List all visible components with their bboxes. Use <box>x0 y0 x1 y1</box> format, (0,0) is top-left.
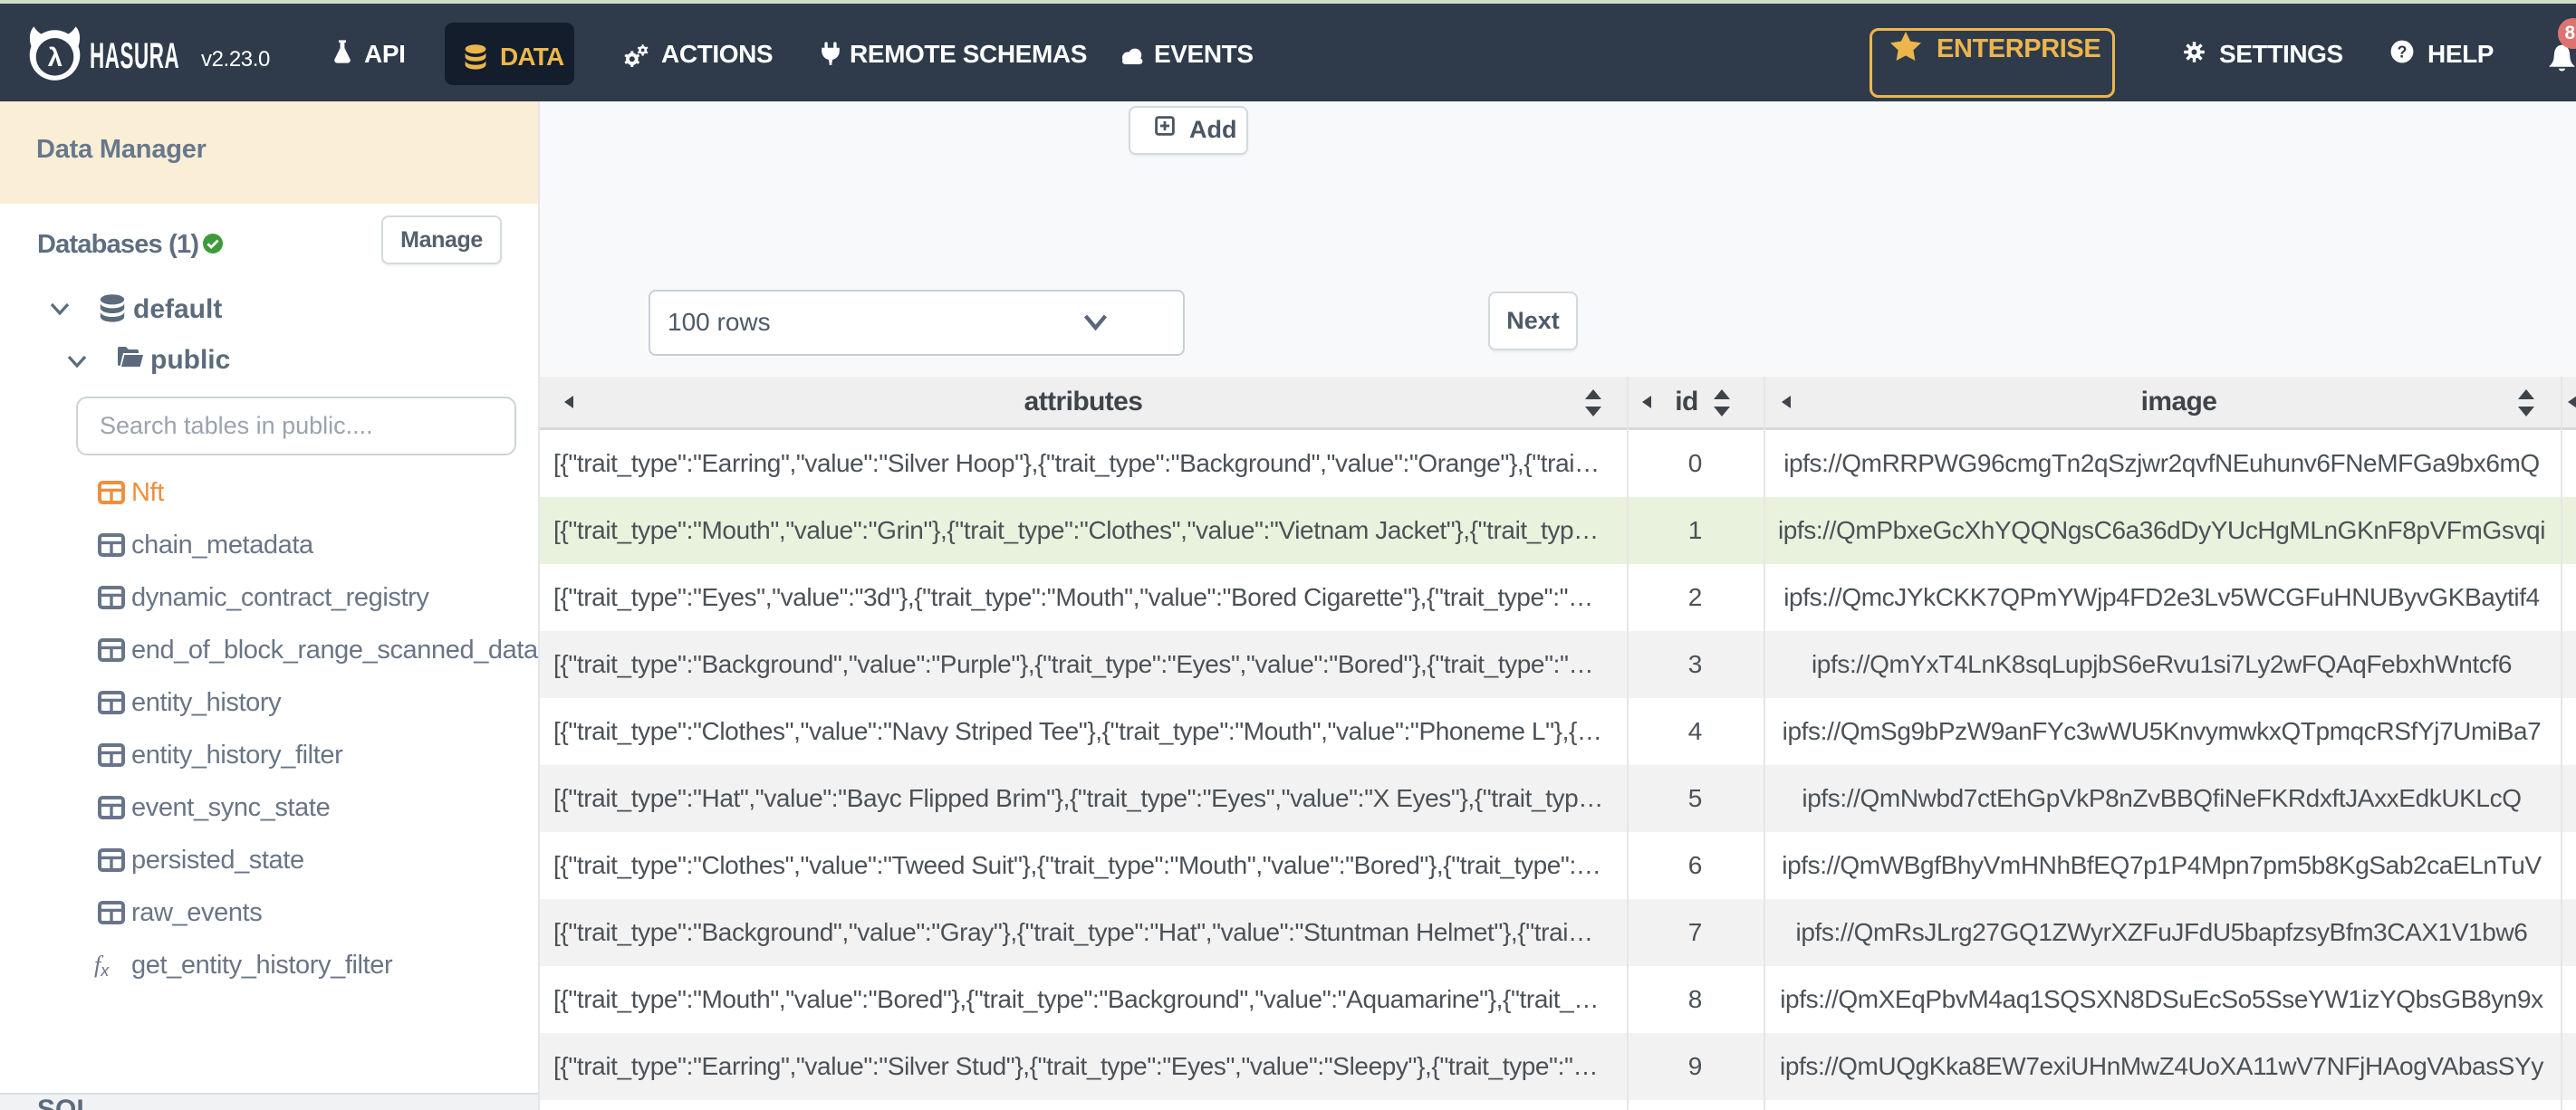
svg-text:?: ? <box>2398 43 2408 62</box>
svg-text:λ: λ <box>48 43 62 72</box>
